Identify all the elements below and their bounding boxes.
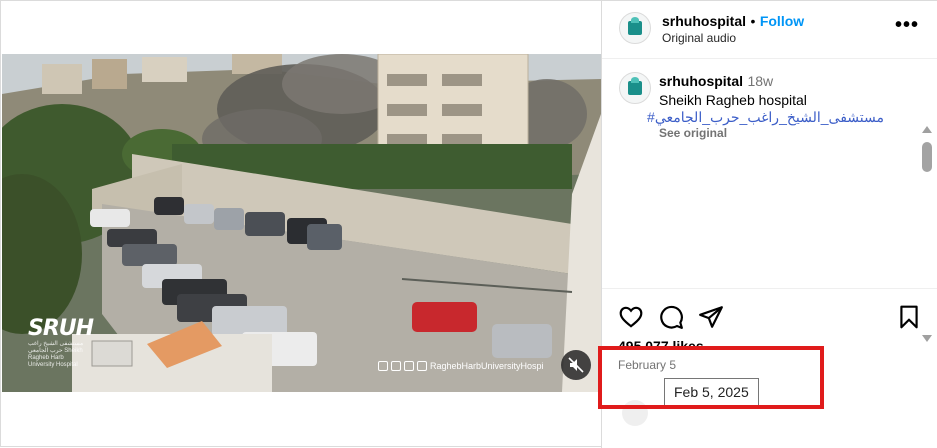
- scroll-up-icon[interactable]: [922, 126, 932, 133]
- username-link[interactable]: srhuhospital: [662, 13, 746, 29]
- separator-dot: •: [750, 13, 756, 29]
- comments-section: srhuhospital 18w Sheikh Ragheb hospital …: [602, 60, 937, 342]
- watermark-logo-text: SRUH: [28, 316, 94, 341]
- scroll-thumb[interactable]: [922, 142, 932, 172]
- post-dialog: SRUH مستشفى الشيخ راغب حرب الجامعي Sheik…: [0, 0, 937, 448]
- caption-hashtag[interactable]: مستشفى_الشيخ_راغب_حرب_الجامعي#: [647, 109, 884, 126]
- watermark-social: RaghebHarbUniversityHospi: [378, 361, 544, 371]
- comment-icon[interactable]: [658, 304, 684, 330]
- heart-icon[interactable]: [618, 304, 644, 330]
- paper-plane-icon[interactable]: [698, 304, 724, 330]
- youtube-icon: [391, 361, 401, 371]
- post-side-panel: srhuhospital • Follow Original audio •••…: [598, 1, 937, 448]
- see-original-link[interactable]: See original: [659, 126, 899, 140]
- watermark-logo: SRUH مستشفى الشيخ راغب حرب الجامعي Sheik…: [28, 316, 94, 369]
- more-options-button[interactable]: •••: [895, 15, 919, 35]
- audio-link[interactable]: Original audio: [662, 31, 736, 45]
- caption-text: Sheikh Ragheb hospital: [659, 92, 807, 108]
- caption-avatar[interactable]: [619, 72, 651, 104]
- caption-body: srhuhospital 18w Sheikh Ragheb hospital …: [647, 73, 899, 140]
- highlight-box: [598, 346, 824, 409]
- bookmark-icon[interactable]: [896, 304, 922, 330]
- watermark-caption: مستشفى الشيخ راغب حرب الجامعي Sheikh Rag…: [28, 341, 84, 368]
- facebook-icon: [417, 361, 427, 371]
- header-title-row: srhuhospital • Follow: [662, 13, 804, 31]
- instagram-icon: [404, 361, 414, 371]
- avatar[interactable]: [619, 12, 651, 44]
- follow-button[interactable]: Follow: [760, 13, 804, 29]
- social-handle: RaghebHarbUniversityHospi: [430, 361, 544, 371]
- post-header: srhuhospital • Follow Original audio •••: [602, 1, 937, 59]
- speaker-muted-icon: [568, 357, 584, 373]
- mute-button[interactable]: [561, 350, 591, 380]
- twitter-icon: [378, 361, 388, 371]
- caption-age: 18w: [747, 73, 774, 89]
- hospital-logo-icon: [628, 17, 642, 35]
- more-horizontal-icon: •••: [894, 14, 919, 36]
- caption-meta: srhuhospital 18w: [659, 73, 899, 91]
- post-video[interactable]: SRUH مستشفى الشيخ راغب حرب الجامعي Sheik…: [2, 54, 601, 392]
- hospital-logo-icon: [628, 77, 642, 95]
- caption-username[interactable]: srhuhospital: [659, 73, 743, 89]
